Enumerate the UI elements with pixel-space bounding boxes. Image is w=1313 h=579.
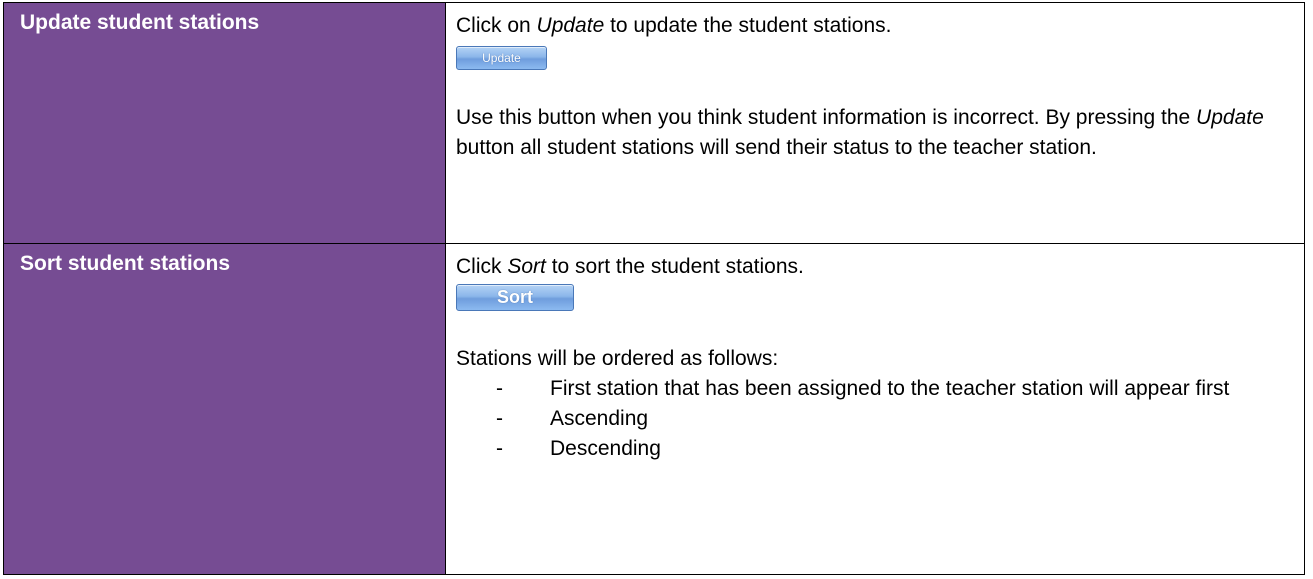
intro-suffix: to update the student stations.: [604, 14, 892, 37]
intro-prefix: Click on: [456, 14, 537, 37]
intro-text-sort: Click Sort to sort the student stations.: [456, 252, 1294, 282]
table-row-update: Update student stations Click on Update …: [3, 2, 1305, 244]
section-title-sort: Sort student stations: [20, 252, 231, 275]
help-table: Update student stations Click on Update …: [3, 2, 1305, 575]
description-update: Use this button when you think student i…: [456, 103, 1294, 163]
bullet-marker: -: [496, 377, 503, 400]
intro-text-update: Click on Update to update the student st…: [456, 11, 1294, 41]
description-sort: Stations will be ordered as follows:: [456, 347, 779, 370]
update-button[interactable]: Update: [456, 46, 547, 70]
section-title-update: Update student stations: [20, 11, 260, 34]
intro-prefix: Click: [456, 255, 508, 278]
list-item: - First station that has been assigned t…: [456, 374, 1294, 404]
section-label-cell: Update student stations: [3, 2, 446, 244]
section-content-cell: Click on Update to update the student st…: [445, 2, 1305, 244]
list-item-text: First station that has been assigned to …: [550, 377, 1230, 400]
list-item-text: Descending: [550, 437, 661, 460]
section-label-cell: Sort student stations: [3, 243, 446, 575]
desc-prefix: Use this button when you think student i…: [456, 106, 1197, 129]
bullet-marker: -: [496, 437, 503, 460]
intro-emphasis: Sort: [507, 255, 546, 278]
list-item: - Descending: [456, 434, 1294, 464]
section-content-cell: Click Sort to sort the student stations.…: [445, 243, 1305, 575]
table-row-sort: Sort student stations Click Sort to sort…: [3, 243, 1305, 575]
intro-suffix: to sort the student stations.: [545, 255, 804, 278]
bullet-marker: -: [496, 407, 503, 430]
desc-suffix: button all student stations will send th…: [456, 136, 1097, 159]
intro-emphasis: Update: [536, 14, 605, 37]
desc-emphasis: Update: [1196, 106, 1264, 129]
sort-order-list: - First station that has been assigned t…: [456, 374, 1294, 464]
sort-button[interactable]: Sort: [456, 284, 574, 311]
list-item-text: Ascending: [550, 407, 649, 430]
list-item: - Ascending: [456, 404, 1294, 434]
